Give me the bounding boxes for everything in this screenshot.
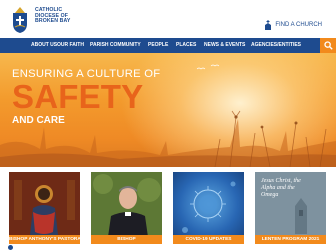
site-header: CATHOLIC DIOCESE OF BROKEN BAY FIND A CH… [0,0,336,38]
feature-tiles: BISHOP ANTHONY'S PASTORAL LETTER BISHOP [0,167,336,252]
nav-item-places[interactable]: PLACES [176,38,196,53]
birds-decoration [196,64,220,70]
find-church-link[interactable]: FIND A CHURCH [264,20,322,30]
hero-subtitle: AND CARE [12,115,65,126]
nav-item-parish-community[interactable]: PARISH COMMUNITY [90,38,141,53]
search-button[interactable] [320,38,336,53]
tile-pastoral-letter[interactable]: BISHOP ANTHONY'S PASTORAL LETTER [9,172,80,244]
carousel-dot[interactable] [8,245,13,250]
org-name[interactable]: CATHOLIC DIOCESE OF BROKEN BAY [35,7,71,25]
nav-item-about-us[interactable]: ABOUT US [31,38,57,53]
nav-item-agencies[interactable]: AGENCIES/ENTITIES [251,38,301,53]
tile-covid-updates[interactable]: COVID-19 UPDATES [173,172,244,244]
search-icon [323,41,333,50]
org-name-line: BROKEN BAY [35,18,71,25]
icon-painting-image [9,172,80,244]
find-church-label: FIND A CHURCH [275,22,322,28]
main-nav: ABOUT US OUR FAITH PARISH COMMUNITY PEOP… [0,38,336,53]
nav-item-people[interactable]: PEOPLE [148,38,168,53]
tile-image-text: Jesus Christ, the Alpha and the Omega [261,178,301,198]
tile-lenten-program[interactable]: Jesus Christ, the Alpha and the Omega LE… [255,172,326,244]
nav-item-our-faith[interactable]: OUR FAITH [57,38,84,53]
hero-title: SAFETY [12,78,144,115]
hero-banner[interactable]: ENSURING A CULTURE OF SAFETY AND CARE [0,53,336,167]
diocese-logo[interactable] [9,4,31,34]
nav-item-news-events[interactable]: NEWS & EVENTS [204,38,245,53]
bishop-photo [91,172,162,244]
tile-caption: BISHOP [91,235,162,244]
tile-caption: LENTEN PROGRAM 2021 [255,235,326,244]
tile-caption: BISHOP ANTHONY'S PASTORAL LETTER [9,235,80,244]
virus-icon [182,181,236,233]
church-icon [265,20,272,30]
tile-caption: COVID-19 UPDATES [173,235,244,244]
tile-bishop[interactable]: BISHOP [91,172,162,244]
